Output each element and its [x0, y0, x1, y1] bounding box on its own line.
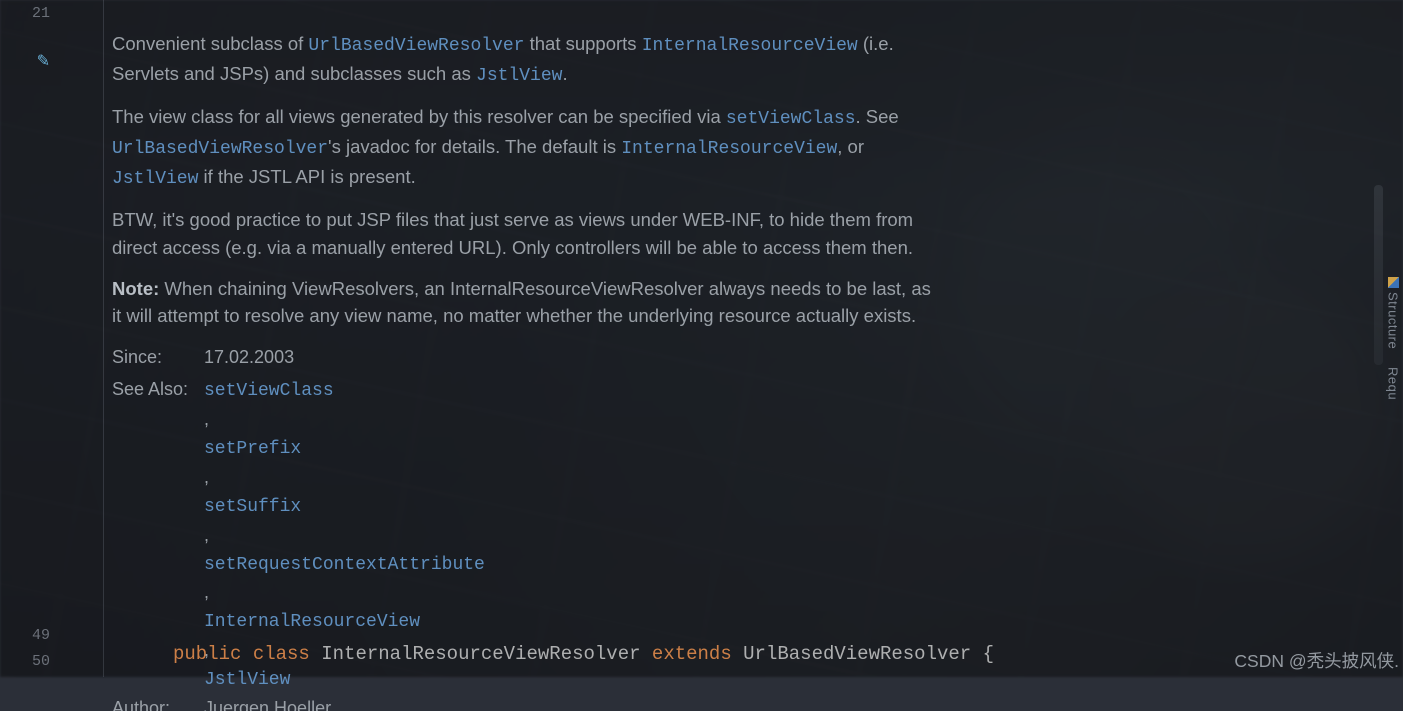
- seealso-list: setViewClass, setPrefix, setSuffix, setR…: [204, 376, 485, 695]
- seealso-link[interactable]: setViewClass: [204, 381, 334, 401]
- since-value: 17.02.2003: [204, 344, 485, 377]
- author-value: Juergen Hoeller: [204, 695, 485, 711]
- since-label: Since:: [112, 344, 204, 377]
- javadoc-paragraph: Convenient subclass of UrlBasedViewResol…: [112, 30, 942, 89]
- type-link-UrlBasedViewResolver[interactable]: UrlBasedViewResolver: [308, 36, 524, 56]
- seealso-label: See Also:: [112, 376, 204, 695]
- editor-content[interactable]: Convenient subclass of UrlBasedViewResol…: [60, 0, 1403, 677]
- seealso-link[interactable]: JstlView: [204, 670, 290, 690]
- javadoc-paragraph: BTW, it's good practice to put JSP files…: [112, 206, 942, 261]
- type-link-InternalResourceView[interactable]: InternalResourceView: [642, 36, 858, 56]
- note-label: Note:: [112, 278, 159, 299]
- javadoc-tags: Since: 17.02.2003 See Also: setViewClass…: [112, 344, 485, 711]
- type-link-JstlView[interactable]: JstlView: [476, 66, 562, 86]
- line-number[interactable]: 21: [32, 2, 60, 26]
- author-label: Author:: [112, 695, 204, 711]
- edit-icon[interactable]: ✎: [37, 50, 60, 74]
- right-tool-sidebar: Structure Requ: [1383, 0, 1403, 677]
- seealso-link[interactable]: setPrefix: [204, 439, 301, 459]
- line-numbers-bottom: 49 50: [0, 623, 60, 677]
- type-link-JstlView[interactable]: JstlView: [112, 169, 198, 189]
- type-link-InternalResourceView[interactable]: InternalResourceView: [621, 139, 837, 159]
- structure-icon: [1388, 277, 1399, 288]
- watermark-text: CSDN @秃头披风侠.: [1234, 648, 1399, 673]
- seealso-link[interactable]: setRequestContextAttribute: [204, 555, 485, 575]
- javadoc-paragraph: The view class for all views generated b…: [112, 103, 942, 192]
- line-number[interactable]: 50: [32, 649, 60, 675]
- brace-open: {: [983, 643, 994, 665]
- seealso-link[interactable]: InternalResourceView: [204, 612, 420, 632]
- javadoc-paragraph: Note: When chaining ViewResolvers, an In…: [112, 275, 942, 330]
- method-link-setViewClass[interactable]: setViewClass: [726, 109, 856, 129]
- seealso-link[interactable]: setSuffix: [204, 497, 301, 517]
- code-editor: 21 ✎ 49 50 Convenient subclass of UrlBas…: [0, 0, 1403, 677]
- type-link-UrlBasedViewResolver[interactable]: UrlBasedViewResolver: [112, 139, 328, 159]
- editor-gutter: 21 ✎: [0, 0, 60, 677]
- scrollbar-track-marker[interactable]: [1374, 185, 1383, 365]
- line-number[interactable]: 49: [32, 623, 60, 649]
- structure-tool-tab[interactable]: Structure: [1386, 277, 1401, 349]
- javadoc-popup[interactable]: Convenient subclass of UrlBasedViewResol…: [112, 30, 942, 711]
- requests-tool-tab[interactable]: Requ: [1386, 367, 1401, 400]
